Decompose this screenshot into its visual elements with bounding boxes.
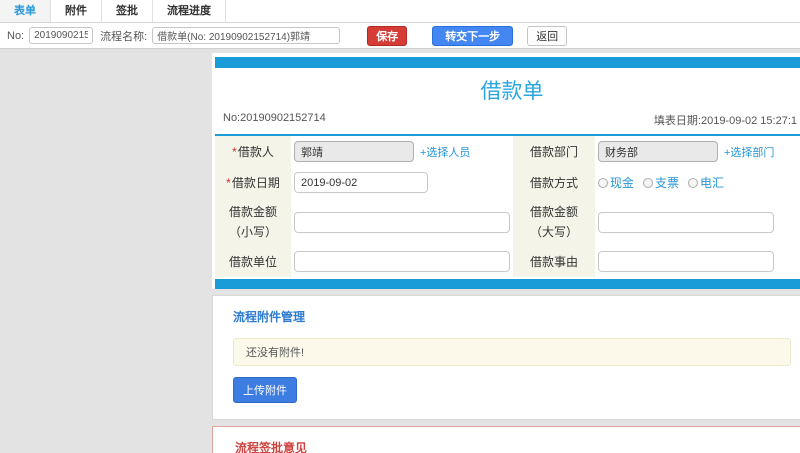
radio-icon[interactable] — [643, 177, 654, 188]
no-attachments-alert: 还没有附件! — [233, 338, 791, 366]
borrow-unit-field — [291, 246, 513, 277]
amount-lower-input[interactable] — [294, 211, 510, 233]
main-content: 借款单 No:20190902152714 填表日期:2019-09-02 15… — [212, 53, 800, 453]
back-button[interactable]: 返回 — [527, 25, 568, 46]
bottom-accent-bar — [215, 279, 800, 289]
reason-label-text: 借款事由 — [529, 254, 578, 269]
save-button[interactable]: 保存 — [367, 25, 408, 46]
department-field: +选择部门 — [595, 136, 800, 167]
borrower-field: +选择人员 — [291, 136, 513, 167]
borrow-unit-input[interactable] — [294, 251, 510, 272]
method-option-cash[interactable]: 现金 — [598, 174, 634, 191]
doc-meta-row: No:20190902152714 填表日期:2019-09-02 15:27:… — [215, 110, 800, 134]
amount-lower-label-text: 借款金额（小写） — [228, 205, 277, 239]
borrow-date-label-text: 借款日期 — [231, 175, 280, 190]
process-name-input[interactable] — [152, 27, 341, 44]
method-field: 现金 支票 电汇 — [595, 167, 800, 198]
radio-icon[interactable] — [598, 177, 608, 188]
method-option-cash-label: 现金 — [610, 176, 635, 190]
tab-attachments[interactable]: 附件 — [51, 0, 102, 22]
signoff-heading: 流程签批意见 — [235, 441, 308, 453]
required-mark: * — [226, 175, 231, 190]
borrower-label: * 借款人 — [215, 136, 291, 167]
borrow-date-input[interactable] — [294, 172, 428, 193]
no-label: No: — [7, 29, 25, 42]
amount-upper-input[interactable] — [598, 211, 774, 233]
radio-icon[interactable] — [688, 177, 699, 188]
method-option-wire[interactable]: 电汇 — [688, 174, 724, 191]
attachments-heading: 流程附件管理 — [233, 310, 306, 324]
borrower-input[interactable] — [294, 141, 414, 162]
action-toolbar: No: 流程名称: 保存 转交下一步 返回 — [0, 23, 800, 49]
method-label-text: 借款方式 — [529, 175, 578, 190]
attachments-panel: 流程附件管理 还没有附件! 上传附件 — [212, 295, 800, 420]
fill-date: 填表日期:2019-09-02 15:27:1 — [653, 115, 797, 127]
amount-upper-label-text: 借款金额（大写） — [529, 205, 578, 239]
no-input[interactable] — [29, 27, 94, 44]
reason-label: 借款事由 — [513, 246, 595, 277]
tab-bar: 表单 附件 签批 流程进度 — [0, 0, 800, 23]
borrow-unit-label-text: 借款单位 — [228, 254, 277, 269]
page-title: 借款单 — [480, 80, 544, 103]
tab-signoff[interactable]: 签批 — [102, 0, 153, 22]
reason-input[interactable] — [598, 251, 774, 272]
borrow-date-label: * 借款日期 — [215, 167, 291, 198]
department-input[interactable] — [598, 141, 718, 162]
amount-upper-label: 借款金额（大写） — [513, 198, 595, 246]
method-option-cheque-label: 支票 — [655, 176, 680, 190]
tab-form[interactable]: 表单 — [0, 0, 51, 22]
process-name-label: 流程名称: — [100, 30, 148, 43]
top-accent-bar — [215, 57, 800, 68]
borrow-date-field — [291, 167, 513, 198]
method-label: 借款方式 — [513, 167, 595, 198]
method-option-cheque[interactable]: 支票 — [643, 174, 679, 191]
required-mark: * — [232, 144, 237, 159]
method-option-wire-label: 电汇 — [700, 176, 725, 190]
loan-form-grid: * 借款人 +选择人员 借款部门 +选择部门 * 借款日期 — [215, 136, 800, 277]
borrower-label-text: 借款人 — [237, 144, 274, 159]
department-label-text: 借款部门 — [529, 144, 578, 159]
select-department-link[interactable]: +选择部门 — [724, 144, 774, 160]
amount-lower-field — [291, 198, 513, 246]
borrow-unit-label: 借款单位 — [215, 246, 291, 277]
loan-form-panel: 借款单 No:20190902152714 填表日期:2019-09-02 15… — [212, 53, 800, 289]
upload-attachment-button[interactable]: 上传附件 — [233, 377, 297, 403]
department-label: 借款部门 — [513, 136, 595, 167]
doc-number: No:20190902152714 — [223, 112, 326, 124]
forward-next-step-button[interactable]: 转交下一步 — [432, 25, 514, 46]
amount-lower-label: 借款金额（小写） — [215, 198, 291, 246]
tab-process-progress[interactable]: 流程进度 — [153, 0, 226, 22]
signoff-panel: 流程签批意见 B I abc — [212, 426, 800, 453]
select-person-link[interactable]: +选择人员 — [420, 144, 470, 160]
reason-field — [595, 246, 800, 277]
amount-upper-field — [595, 198, 800, 246]
